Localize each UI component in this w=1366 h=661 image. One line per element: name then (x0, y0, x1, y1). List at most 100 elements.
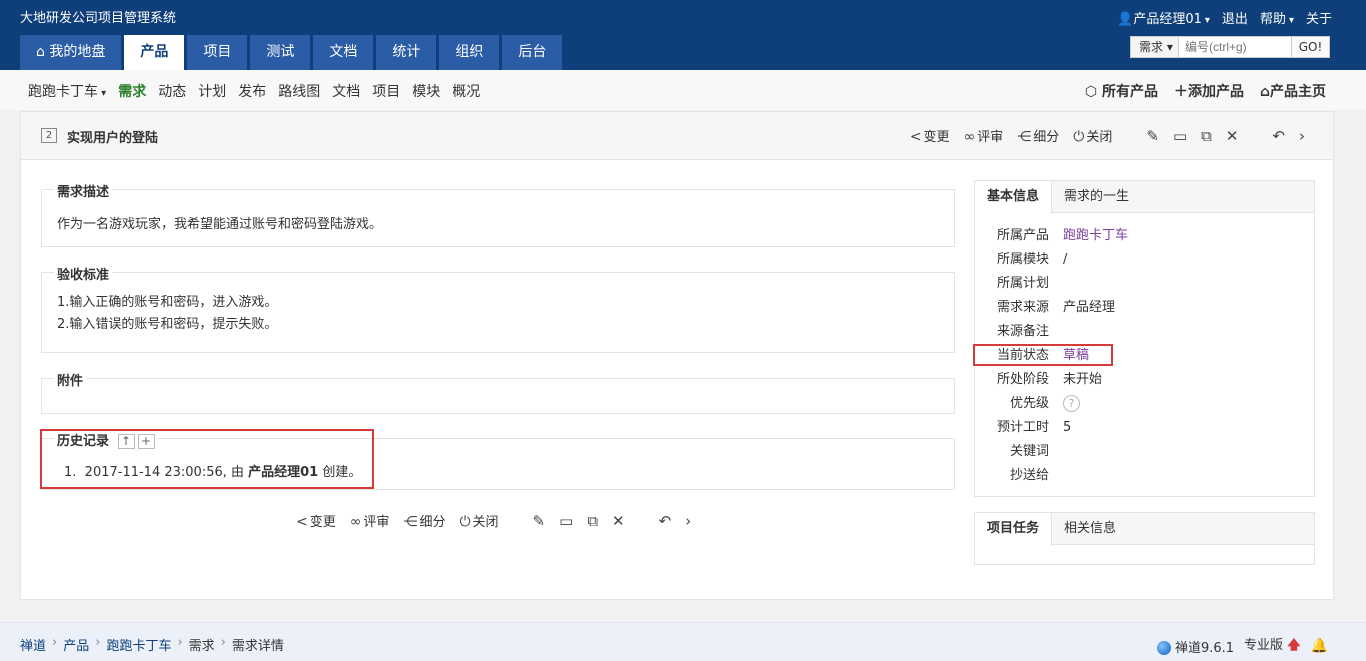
tab-project-tasks[interactable]: 项目任务 (975, 513, 1053, 546)
search-type-label: 需求 (1139, 40, 1164, 54)
sub-nav-left: 跑跑卡丁车 需求 动态 计划 发布 路线图 文档 项目 模块 概况 (28, 81, 480, 101)
sub-nav: 跑跑卡丁车 需求 动态 计划 发布 路线图 文档 项目 模块 概况 ⬡ 所有产品… (0, 70, 1366, 110)
info-row-priority: 优先级? (975, 392, 1314, 416)
breadcrumb-separator: › (177, 635, 183, 650)
off-icon: ⏻ (1073, 129, 1085, 145)
breadcrumb-product[interactable]: 产品 (63, 635, 89, 654)
delete-icon[interactable]: ✕ (612, 512, 625, 530)
back-icon[interactable]: ↶ (659, 512, 672, 530)
about-link[interactable]: 关于 (1306, 8, 1332, 27)
add-product-link[interactable]: ＋添加产品 (1174, 81, 1244, 101)
info-label: 所处阶段 (996, 372, 1049, 387)
info-value (1049, 272, 1063, 296)
breadcrumb-story[interactable]: 需求 (189, 635, 215, 654)
footer: 禅道 › 产品 › 跑跑卡丁车 › 需求 › 需求详情 禅道9.6.1 专业版 … (0, 622, 1366, 661)
product-home-link[interactable]: ⌂产品主页 (1260, 81, 1326, 101)
subdivide-button[interactable]: ⋲ 细分 (1017, 126, 1059, 145)
subdivide-label: 细分 (419, 515, 446, 530)
sub-nav-roadmap[interactable]: 路线图 (278, 81, 320, 101)
info-value: ? (1049, 392, 1080, 416)
logout-link[interactable]: 退出 (1222, 8, 1248, 27)
change-button[interactable]: < 变更 (910, 126, 950, 145)
change-button[interactable]: < 变更 (296, 511, 336, 530)
close-story-button[interactable]: ⏻ 关闭 (459, 511, 498, 530)
info-label: 优先级 (1009, 396, 1049, 411)
tab-related-info[interactable]: 相关信息 (1052, 513, 1128, 544)
search-input[interactable] (1179, 37, 1291, 57)
tab-doc[interactable]: 文档 (313, 35, 374, 70)
review-button[interactable]: ∞ 评审 (350, 511, 390, 530)
verify-section: 验收标准 1.输入正确的账号和密码，进入游戏。 2.输入错误的账号和密码，提示失… (41, 264, 955, 353)
comment-icon[interactable]: ▭ (1173, 127, 1187, 145)
verify-body: 1.输入正确的账号和密码，进入游戏。 2.输入错误的账号和密码，提示失败。 (42, 273, 954, 336)
app-title: 大地研发公司项目管理系统 (20, 11, 177, 26)
top-header: 大地研发公司项目管理系统 👤产品经理01 退出 帮助 关于 ⌂ 我的地盘 产品 … (0, 0, 1366, 70)
story-title-bar: 2 实现用户的登陆 < 变更 ∞ 评审 ⋲ 细分 ⏻ 关闭 ✎ ▭ ⧉ ✕ ↶ › (21, 112, 1333, 160)
user-name: 产品经理01 (1133, 12, 1210, 27)
info-label: 关键词 (1009, 444, 1049, 459)
copy-icon[interactable]: ⧉ (587, 512, 598, 530)
story-id-badge: 2 (41, 128, 57, 143)
sub-nav-story[interactable]: 需求 (118, 81, 146, 101)
tab-product[interactable]: 产品 (124, 35, 185, 70)
back-icon[interactable]: ↶ (1272, 127, 1285, 145)
info-row-keywords: 关键词 (975, 440, 1314, 464)
info-value-product[interactable]: 跑跑卡丁车 (1049, 224, 1128, 248)
subdivide-button[interactable]: ⋲ 细分 (403, 511, 445, 530)
product-switcher[interactable]: 跑跑卡丁车 (28, 81, 106, 101)
tab-my[interactable]: ⌂ 我的地盘 (20, 35, 122, 70)
sub-nav-release[interactable]: 发布 (238, 81, 266, 101)
sub-nav-module[interactable]: 模块 (412, 81, 440, 101)
version-link[interactable]: 禅道9.6.1 (1156, 637, 1234, 656)
edit-icon[interactable]: ✎ (533, 512, 546, 530)
user-menu[interactable]: 👤产品经理01 (1117, 8, 1210, 27)
help-menu[interactable]: 帮助 (1260, 8, 1294, 27)
breadcrumb-home[interactable]: 禅道 (20, 635, 46, 654)
info-label: 所属计划 (996, 276, 1049, 291)
info-value (1049, 440, 1063, 464)
sub-nav-doc[interactable]: 文档 (332, 81, 360, 101)
tab-report[interactable]: 统计 (376, 35, 437, 70)
tab-company[interactable]: 组织 (439, 35, 500, 70)
close-story-label: 关闭 (1086, 130, 1113, 145)
next-icon[interactable]: › (685, 512, 691, 530)
search-type-select[interactable]: 需求 ▾ (1131, 37, 1179, 57)
close-story-button[interactable]: ⏻ 关闭 (1073, 126, 1112, 145)
bell-icon[interactable]: 🔔 (1311, 638, 1328, 654)
change-label: 变更 (923, 130, 950, 145)
tab-test[interactable]: 测试 (250, 35, 311, 70)
breadcrumb-product-name[interactable]: 跑跑卡丁车 (106, 635, 171, 654)
next-icon[interactable]: › (1299, 127, 1305, 145)
plus-icon: ＋ (1173, 84, 1188, 100)
user-icon: 👤 (1117, 12, 1134, 27)
glasses-icon: ∞ (349, 514, 362, 530)
info-label: 需求来源 (996, 300, 1049, 315)
all-products-link[interactable]: ⬡ 所有产品 (1085, 81, 1158, 101)
tab-admin[interactable]: 后台 (502, 35, 563, 70)
story-actions-bottom: < 变更 ∞ 评审 ⋲ 细分 ⏻ 关闭 ✎ ▭ ⧉ ✕ ↶ › (296, 511, 691, 531)
info-row-plan: 所属计划 (975, 272, 1314, 296)
story-title: 实现用户的登陆 (67, 131, 159, 146)
edit-icon[interactable]: ✎ (1146, 127, 1159, 145)
sub-nav-overview[interactable]: 概况 (452, 81, 480, 101)
verify-legend: 验收标准 (54, 264, 113, 283)
review-button[interactable]: ∞ 评审 (964, 126, 1004, 145)
sub-nav-plan[interactable]: 计划 (198, 81, 226, 101)
sub-nav-project[interactable]: 项目 (372, 81, 400, 101)
info-row-product: 所属产品 跑跑卡丁车 (975, 224, 1314, 248)
comment-icon[interactable]: ▭ (559, 512, 573, 530)
search-go-button[interactable]: GO! (1291, 37, 1329, 57)
tab-basic-info[interactable]: 基本信息 (975, 181, 1053, 214)
basic-info-panel: 基本信息 需求的一生 所属产品 跑跑卡丁车 所属模块 / 所属计划 需求来源 产品经理… (974, 180, 1315, 497)
sub-nav-right: ⬡ 所有产品 ＋添加产品 ⌂产品主页 (1085, 81, 1326, 101)
tab-story-life[interactable]: 需求的一生 (1052, 181, 1141, 212)
copy-icon[interactable]: ⧉ (1201, 127, 1212, 145)
project-task-panel: 项目任务 相关信息 (974, 512, 1315, 565)
info-value: 5 (1063, 420, 1072, 435)
status-highlight-box (973, 344, 1113, 366)
tab-project[interactable]: 项目 (187, 35, 248, 70)
verify-line: 2.输入错误的账号和密码，提示失败。 (57, 317, 278, 332)
pro-edition-link[interactable]: 专业版 🡅 (1244, 634, 1301, 658)
sub-nav-dynamic[interactable]: 动态 (158, 81, 186, 101)
delete-icon[interactable]: ✕ (1226, 127, 1239, 145)
